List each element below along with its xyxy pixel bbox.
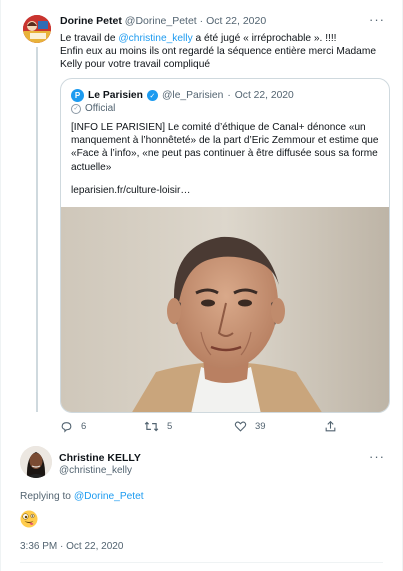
official-label: Official: [85, 103, 116, 114]
parent-separator: ·: [199, 15, 204, 27]
parent-handle[interactable]: @Dorine_Petet: [125, 15, 197, 27]
parent-text-line2: Enfin eux au moins ils ont regardé la sé…: [60, 46, 376, 70]
parent-tweet-header: Dorine Petet @Dorine_Petet · Oct 22, 202…: [60, 15, 266, 27]
reply-timestamp[interactable]: 3:36 PM · Oct 22, 2020: [20, 541, 123, 552]
tweet-detail-page: Dorine Petet @Dorine_Petet · Oct 22, 202…: [0, 0, 403, 571]
reply-count: 6: [81, 421, 87, 432]
retweet-icon: [144, 421, 159, 432]
retweet-action[interactable]: 5: [144, 420, 172, 433]
replying-to-line: Replying to @Dorine_Petet: [20, 491, 144, 502]
reply-handle[interactable]: @christine_kelly: [59, 465, 132, 476]
like-count: 39: [255, 421, 266, 432]
replying-prefix: Replying to: [20, 491, 74, 502]
official-label-row: ✓ Official: [71, 103, 115, 114]
replying-to-link[interactable]: @Dorine_Petet: [74, 491, 144, 502]
heart-icon: [234, 421, 247, 432]
quoted-handle[interactable]: @le_Parisien: [162, 90, 223, 101]
official-badge-icon: ✓: [71, 103, 81, 114]
parent-date[interactable]: Oct 22, 2020: [206, 15, 266, 27]
le-parisien-avatar[interactable]: P: [71, 89, 84, 102]
zany-face-emoji: [20, 510, 38, 528]
quoted-tweet-card[interactable]: P Le Parisien ✓ @le_Parisien · Oct 22, 2…: [60, 78, 390, 413]
parent-text-end: a été jugé « irréprochable ». !!!!: [192, 33, 337, 44]
parent-tweet-text: Le travail de @christine_kelly a été jug…: [60, 32, 380, 71]
verified-badge-icon: ✓: [146, 90, 158, 101]
parent-text-start: Le travail de: [60, 33, 119, 44]
quoted-tweet-url[interactable]: leparisien.fr/culture-loisir…: [71, 185, 190, 196]
quoted-separator: ·: [227, 90, 231, 101]
parent-display-name[interactable]: Dorine Petet: [60, 15, 122, 27]
reply-display-name[interactable]: Christine KELLY: [59, 452, 141, 464]
retweet-count: 5: [167, 421, 173, 432]
quoted-tweet-text: [INFO LE PARISIEN] Le comité d’éthique d…: [71, 122, 379, 173]
divider: [20, 562, 383, 563]
share-action[interactable]: [324, 420, 337, 433]
more-horizontal-icon[interactable]: ···: [369, 449, 385, 464]
quoted-date[interactable]: Oct 22, 2020: [235, 90, 294, 101]
christine-avatar[interactable]: [20, 446, 52, 478]
more-horizontal-icon[interactable]: ···: [369, 12, 385, 27]
dorine-avatar[interactable]: [23, 15, 51, 43]
mention-link[interactable]: @christine_kelly: [118, 33, 192, 44]
reply-action[interactable]: 6: [60, 420, 86, 433]
quoted-tweet-photo[interactable]: [61, 207, 389, 412]
share-icon: [325, 420, 336, 432]
reply-icon: [61, 422, 72, 433]
tweet-action-bar: 6 5 39: [60, 420, 390, 434]
quoted-display-name[interactable]: Le Parisien: [88, 90, 143, 101]
thread-line: [36, 47, 38, 412]
like-action[interactable]: 39: [234, 420, 266, 433]
quoted-tweet-header: P Le Parisien ✓ @le_Parisien · Oct 22, 2…: [71, 89, 294, 102]
